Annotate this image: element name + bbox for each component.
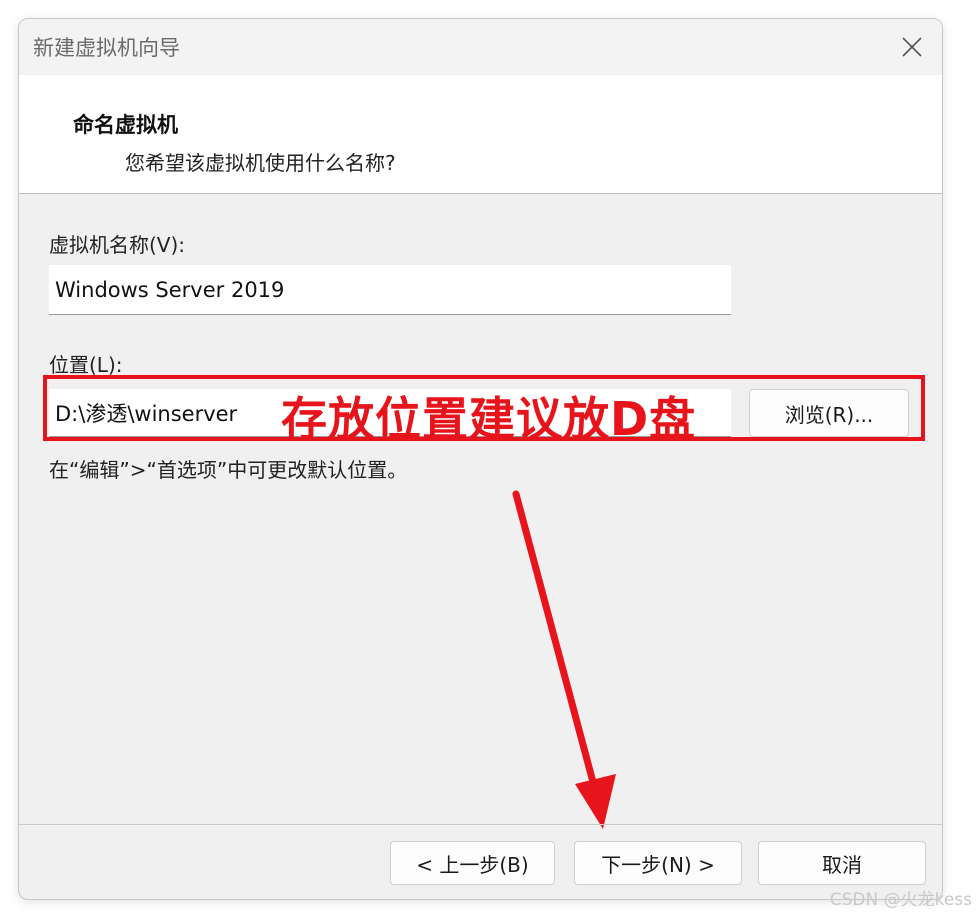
vm-name-label: 虚拟机名称(V): [49,233,186,257]
watermark: CSDN @火龙kess [829,890,972,910]
next-button[interactable]: 下一步(N) > [574,841,742,885]
title-bar: 新建虚拟机向导 [19,19,942,75]
page-subtitle: 您希望该虚拟机使用什么名称? [125,151,396,175]
location-input[interactable] [49,389,731,437]
browse-button[interactable]: 浏览(R)... [749,389,909,437]
cancel-button[interactable]: 取消 [758,841,926,885]
default-location-hint: 在“编辑”>“首选项”中可更改默认位置。 [49,458,408,482]
new-vm-wizard-dialog: 新建虚拟机向导 命名虚拟机 您希望该虚拟机使用什么名称? 虚拟机名称(V): 位… [18,18,943,900]
footer-separator [19,824,942,825]
wizard-header: 命名虚拟机 您希望该虚拟机使用什么名称? [19,75,942,194]
window-title: 新建虚拟机向导 [33,36,180,60]
page-title: 命名虚拟机 [73,113,178,137]
location-label: 位置(L): [49,353,123,377]
close-icon [902,37,922,57]
back-button[interactable]: < 上一步(B) [390,841,555,885]
close-button[interactable] [892,29,932,65]
vm-name-input[interactable] [49,265,731,315]
